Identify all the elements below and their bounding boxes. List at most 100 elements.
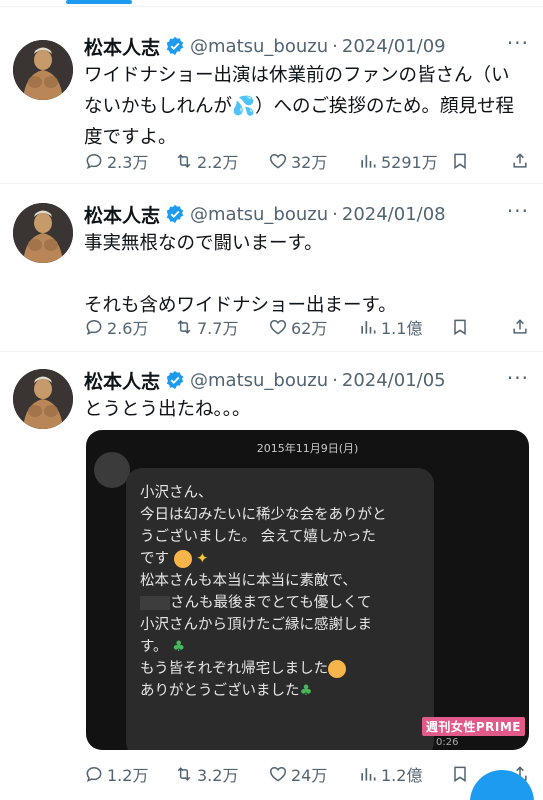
bookmark-icon xyxy=(454,153,466,170)
chat-line-text: もう皆それぞれ帰宅しました xyxy=(140,661,329,677)
reply-count: 1.2万 xyxy=(107,766,149,785)
views-button[interactable]: 1.2億 xyxy=(358,762,422,786)
like-button[interactable]: 24万 xyxy=(268,762,327,786)
chat-line: さんも最後までとても優しくて xyxy=(140,592,420,614)
like-count: 62万 xyxy=(291,319,328,338)
avatar[interactable] xyxy=(13,369,73,429)
bookmark-button[interactable] xyxy=(450,317,473,337)
retweet-count: 7.7万 xyxy=(197,319,239,338)
chat-line: 松本さんも本当に本当に素敵で、 xyxy=(140,573,357,589)
verified-badge-icon xyxy=(166,204,184,224)
chat-avatar xyxy=(94,452,130,488)
user-handle[interactable]: @matsu_bouzu xyxy=(190,204,328,225)
like-count: 24万 xyxy=(291,766,328,785)
chat-line: うございました。 会えて嬉しかった xyxy=(140,529,376,545)
video-duration: 0:26 xyxy=(436,737,459,748)
views-button[interactable]: 5291万 xyxy=(358,149,438,173)
more-horizontal-icon[interactable]: ··· xyxy=(507,199,529,223)
retweet-count: 3.2万 xyxy=(197,766,239,785)
reply-button[interactable]: 2.3万 xyxy=(84,149,148,173)
bookmark-button[interactable] xyxy=(450,151,473,171)
views-icon xyxy=(361,321,376,334)
separator: · xyxy=(332,203,338,225)
verified-badge-icon xyxy=(166,36,184,56)
action-bar: 2.3万 2.2万 32万 5291万 xyxy=(84,149,543,173)
tweet-header: 松本人志 @matsu_bouzu · 2024/01/08 xyxy=(84,200,533,228)
avatar[interactable] xyxy=(13,203,73,263)
smile-emoji-icon xyxy=(328,660,347,678)
more-horizontal-icon[interactable]: ··· xyxy=(507,366,529,390)
tweet-date[interactable]: 2024/01/09 xyxy=(342,36,446,57)
avatar[interactable] xyxy=(13,40,73,100)
divider xyxy=(0,6,543,7)
chat-line-text: です xyxy=(140,551,169,567)
display-name[interactable]: 松本人志 xyxy=(84,33,160,60)
user-handle[interactable]: @matsu_bouzu xyxy=(190,36,328,57)
chat-line: ありがとうございました♣ xyxy=(140,680,420,702)
reply-button[interactable]: 1.2万 xyxy=(84,762,148,786)
retweet-button[interactable]: 2.2万 xyxy=(174,149,238,173)
retweet-icon xyxy=(177,320,191,334)
separator: · xyxy=(332,369,338,391)
chat-line: です ✦ xyxy=(140,548,420,570)
bookmark-icon xyxy=(454,766,466,783)
retweet-icon xyxy=(177,154,191,168)
clover-emoji-icon: ♣ xyxy=(299,683,313,699)
reply-button[interactable]: 2.6万 xyxy=(84,315,148,339)
tweet-date[interactable]: 2024/01/05 xyxy=(342,370,446,391)
like-button[interactable]: 62万 xyxy=(268,315,327,339)
views-icon xyxy=(361,155,376,168)
chat-date-header: 2015年11月9日(月) xyxy=(256,442,359,455)
chat-line: 今日は幻みたいに稀少な会をありがと xyxy=(140,507,387,523)
heart-icon xyxy=(269,766,287,782)
tweet-3[interactable]: 松本人志 @matsu_bouzu · 2024/01/05 とうとう出たね。。… xyxy=(0,352,543,800)
action-bar: 1.2万 3.2万 24万 1.2億 xyxy=(84,762,543,786)
retweet-button[interactable]: 3.2万 xyxy=(174,762,238,786)
reply-count: 2.3万 xyxy=(107,153,149,172)
chat-line-text: ありがとうございました xyxy=(140,683,300,699)
share-button[interactable] xyxy=(510,317,533,337)
share-button[interactable] xyxy=(510,151,533,171)
smile-emoji-icon xyxy=(173,550,192,568)
sparkles-emoji-icon: ✦ xyxy=(196,551,209,567)
tab-indicator xyxy=(66,0,132,4)
tweet-text: 事実無根なので闘いまーす。 それも含めワイドナショー出まーす。 xyxy=(84,233,397,316)
tweet-text: ワイドナショー出演は休業前のファンの皆さん（いないかもしれんが💦）へのご挨拶のた… xyxy=(84,65,515,148)
chat-line: 小沢さんから頂けたご縁に感謝しま xyxy=(140,617,372,633)
tweet-1[interactable]: 松本人志 @matsu_bouzu · 2024/01/09 ワイドナショー出演… xyxy=(0,24,543,184)
heart-icon xyxy=(269,153,287,169)
like-button[interactable]: 32万 xyxy=(268,149,327,173)
tweet-date[interactable]: 2024/01/08 xyxy=(342,204,446,225)
separator: · xyxy=(332,35,338,57)
views-button[interactable]: 1.1億 xyxy=(358,315,422,339)
tweet-2[interactable]: 松本人志 @matsu_bouzu · 2024/01/08 事実無根なので闘い… xyxy=(0,184,543,352)
tweet-header: 松本人志 @matsu_bouzu · 2024/01/09 xyxy=(84,32,533,60)
bookmark-button[interactable] xyxy=(450,764,473,784)
retweet-icon xyxy=(177,767,191,781)
share-icon xyxy=(513,319,527,334)
chat-line-text: す。 xyxy=(140,639,168,655)
verified-badge-icon xyxy=(166,370,184,390)
reply-icon xyxy=(86,766,102,783)
clover-emoji-icon: ♣ xyxy=(172,639,186,655)
display-name[interactable]: 松本人志 xyxy=(84,201,160,228)
more-horizontal-icon[interactable]: ··· xyxy=(507,31,529,55)
chat-line: 小沢さん、 xyxy=(140,485,213,501)
views-count: 5291万 xyxy=(381,153,438,172)
chat-line: す。 ♣ xyxy=(140,636,420,658)
retweet-button[interactable]: 7.7万 xyxy=(174,315,238,339)
tweet-text: とうとう出たね。。。 xyxy=(84,399,251,420)
reply-count: 2.6万 xyxy=(107,319,149,338)
action-bar: 2.6万 7.7万 62万 1.1億 xyxy=(84,315,543,339)
attached-image[interactable]: 2015年11月9日(月) 小沢さん、 今日は幻みたいに稀少な会をありがと うご… xyxy=(86,430,529,750)
like-count: 32万 xyxy=(291,153,328,172)
views-icon xyxy=(361,768,376,781)
share-icon xyxy=(513,153,527,168)
watermark-logo: 週刊女性PRIME xyxy=(421,717,525,736)
views-count: 1.2億 xyxy=(381,766,423,785)
retweet-count: 2.2万 xyxy=(197,153,239,172)
display-name[interactable]: 松本人志 xyxy=(84,367,160,394)
user-handle[interactable]: @matsu_bouzu xyxy=(190,370,328,391)
bookmark-icon xyxy=(454,319,466,336)
reply-icon xyxy=(86,319,102,336)
